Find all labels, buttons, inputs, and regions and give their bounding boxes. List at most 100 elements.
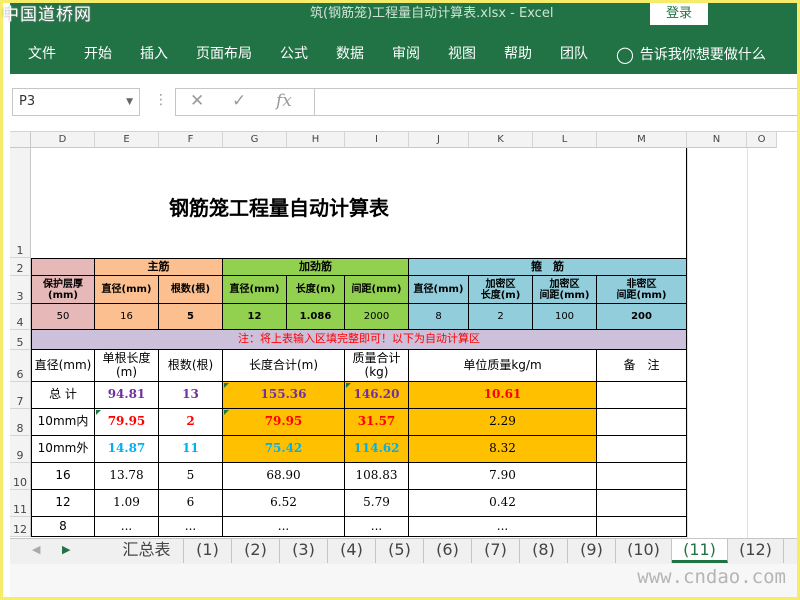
summary-cell[interactable]: 2.29: [409, 409, 597, 436]
row-header-6[interactable]: 6: [10, 350, 31, 382]
result-cell[interactable]: 13.78: [95, 463, 159, 490]
input-cell[interactable]: 12: [223, 304, 287, 330]
scroll-tabs-right-icon[interactable]: ▶: [62, 543, 70, 556]
row-header-2[interactable]: 2: [10, 258, 31, 276]
summary-cell[interactable]: 114.62: [345, 436, 409, 463]
result-cell[interactable]: 7.90: [409, 463, 597, 490]
result-cell[interactable]: [597, 463, 687, 490]
row-header-12[interactable]: 12: [10, 517, 31, 537]
column-header-e[interactable]: E: [95, 132, 159, 148]
result-cell[interactable]: [597, 517, 687, 537]
result-cell[interactable]: ...: [95, 517, 159, 537]
sheet-tab-10[interactable]: (10): [616, 539, 672, 563]
input-header[interactable]: 直径(mm): [223, 276, 287, 304]
input-cell[interactable]: 2000: [345, 304, 409, 330]
chevron-down-icon[interactable]: ▼: [126, 89, 133, 115]
result-cell[interactable]: 5: [159, 463, 223, 490]
sheet-tab-0[interactable]: 汇总表: [110, 539, 184, 563]
input-header[interactable]: 直径(mm): [95, 276, 159, 304]
drag-handle-icon[interactable]: ⋮: [154, 92, 168, 108]
sheet-tab-8[interactable]: (8): [520, 539, 568, 563]
input-header[interactable]: 加密区 长度(m): [469, 276, 533, 304]
result-cell[interactable]: ...: [409, 517, 597, 537]
group-header-cover[interactable]: [31, 258, 95, 276]
input-cell[interactable]: 100: [533, 304, 597, 330]
summary-cell[interactable]: 10mm内: [31, 409, 95, 436]
note-banner[interactable]: 注：将上表输入区填完整即可！以下为自动计算区: [31, 330, 687, 350]
sheet-tab-2[interactable]: (2): [232, 539, 280, 563]
group-header-stirrup[interactable]: 箍 筋: [409, 258, 687, 276]
column-header-f[interactable]: F: [159, 132, 223, 148]
input-header[interactable]: 非密区 间距(mm): [597, 276, 687, 304]
row-header-8[interactable]: 8: [10, 409, 31, 436]
sheet-tab-3[interactable]: (3): [280, 539, 328, 563]
row-header-11[interactable]: 11: [10, 490, 31, 517]
result-cell[interactable]: 108.83: [345, 463, 409, 490]
group-header-stiffener[interactable]: 加劲筋: [223, 258, 409, 276]
row-header-9[interactable]: 9: [10, 436, 31, 463]
summary-cell[interactable]: [597, 382, 687, 409]
input-cell[interactable]: 2: [469, 304, 533, 330]
summary-cell[interactable]: 79.95: [223, 409, 345, 436]
summary-cell[interactable]: 10.61: [409, 382, 597, 409]
summary-cell[interactable]: 10mm外: [31, 436, 95, 463]
summary-cell[interactable]: 94.81: [95, 382, 159, 409]
row-header-3[interactable]: 3: [10, 276, 31, 304]
input-cell[interactable]: 1.086: [287, 304, 345, 330]
name-box[interactable]: P3 ▼: [12, 88, 140, 116]
sheet-tab-5[interactable]: (5): [376, 539, 424, 563]
column-header-d[interactable]: D: [31, 132, 95, 148]
ribbon-tab-data[interactable]: 数据: [322, 34, 378, 74]
sheet-tab-1[interactable]: (1): [184, 539, 232, 563]
summary-cell[interactable]: 14.87: [95, 436, 159, 463]
column-header-o[interactable]: O: [747, 132, 777, 148]
row-header-10[interactable]: 10: [10, 463, 31, 490]
sheet-tab-7[interactable]: (7): [472, 539, 520, 563]
summary-cell[interactable]: [597, 409, 687, 436]
column-header-h[interactable]: H: [287, 132, 345, 148]
summary-cell[interactable]: 2: [159, 409, 223, 436]
row-header-4[interactable]: 4: [10, 304, 31, 330]
result-cell[interactable]: 8: [31, 517, 95, 537]
ribbon-tab-help[interactable]: 帮助: [490, 34, 546, 74]
summary-cell[interactable]: 146.20: [345, 382, 409, 409]
input-header[interactable]: 根数(根): [159, 276, 223, 304]
input-header[interactable]: 长度(m): [287, 276, 345, 304]
row-header-7[interactable]: 7: [10, 382, 31, 409]
ribbon-tab-review[interactable]: 审阅: [378, 34, 434, 74]
input-cell[interactable]: 5: [159, 304, 223, 330]
scroll-tabs-left-icon[interactable]: ◀: [32, 543, 40, 556]
ribbon-tab-formulas[interactable]: 公式: [266, 34, 322, 74]
ribbon-tab-view[interactable]: 视图: [434, 34, 490, 74]
group-header-main-bar[interactable]: 主筋: [95, 258, 223, 276]
row-header-5[interactable]: 5: [10, 330, 31, 350]
result-cell[interactable]: 6: [159, 490, 223, 517]
column-header-m[interactable]: M: [597, 132, 687, 148]
result-header[interactable]: 长度合计(m): [223, 350, 345, 382]
ribbon-tab-page-layout[interactable]: 页面布局: [182, 34, 266, 74]
cancel-icon[interactable]: ✕: [190, 91, 204, 111]
input-header[interactable]: 间距(mm): [345, 276, 409, 304]
result-header[interactable]: 单根长度 (m): [95, 350, 159, 382]
result-header[interactable]: 备 注: [597, 350, 687, 382]
sheet-tab-4[interactable]: (4): [328, 539, 376, 563]
row-header-1[interactable]: 1: [10, 148, 31, 258]
result-header[interactable]: 直径(mm): [31, 350, 95, 382]
result-cell[interactable]: 5.79: [345, 490, 409, 517]
ribbon-tab-file[interactable]: 文件: [10, 34, 70, 74]
column-header-i[interactable]: I: [345, 132, 409, 148]
column-header-l[interactable]: L: [533, 132, 597, 148]
ribbon-tab-home[interactable]: 开始: [70, 34, 126, 74]
summary-cell[interactable]: 总 计: [31, 382, 95, 409]
sheet-tab-6[interactable]: (6): [424, 539, 472, 563]
tell-me-search[interactable]: 告诉我你想要做什么: [640, 44, 766, 64]
ribbon-tab-insert[interactable]: 插入: [126, 34, 182, 74]
summary-cell[interactable]: 155.36: [223, 382, 345, 409]
result-cell[interactable]: 16: [31, 463, 95, 490]
result-cell[interactable]: 6.52: [223, 490, 345, 517]
result-cell[interactable]: 1.09: [95, 490, 159, 517]
input-header[interactable]: 直径(mm): [409, 276, 469, 304]
enter-icon[interactable]: ✓: [232, 91, 246, 111]
sheet-tab-9[interactable]: (9): [568, 539, 616, 563]
result-header[interactable]: 根数(根): [159, 350, 223, 382]
